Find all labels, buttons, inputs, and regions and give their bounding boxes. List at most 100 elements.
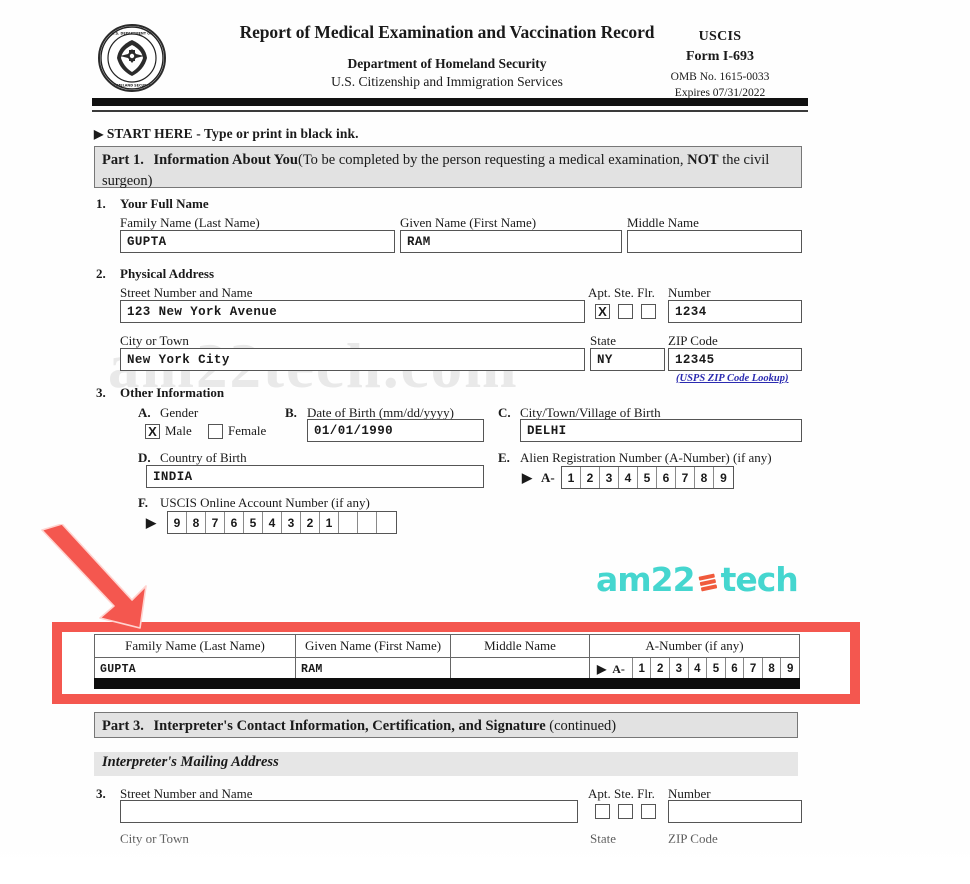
part3-apt-checkbox[interactable] — [595, 804, 610, 819]
flr-checkbox[interactable] — [641, 304, 656, 319]
alien-number-label: Alien Registration Number (A-Number) (if… — [520, 450, 772, 465]
given-name-input[interactable]: RAM — [400, 230, 622, 253]
city-value: New York City — [127, 352, 230, 367]
apt-checkbox[interactable]: X — [595, 304, 610, 319]
country-birth-input[interactable]: INDIA — [146, 465, 484, 488]
uscis-account-digit-12[interactable] — [377, 512, 396, 533]
item3a-letter: A. — [138, 405, 151, 420]
item1-number: 1. — [96, 196, 106, 211]
alien-number-digit-6[interactable]: 6 — [657, 467, 676, 488]
part3-title: Interpreter's Contact Information, Certi… — [153, 718, 546, 734]
city-label: City or Town — [120, 333, 189, 348]
item2-heading: Physical Address — [120, 266, 215, 281]
part1-note-bold: NOT — [687, 152, 719, 168]
part1-label: Part 1. — [102, 152, 144, 168]
part3-zip-label: ZIP Code — [668, 831, 718, 846]
interpreter-mailing-address-subheader: Interpreter's Mailing Address — [94, 752, 798, 776]
th-a-number: A-Number (if any) — [589, 634, 800, 658]
alien-number-digits[interactable]: 123456789 — [561, 466, 734, 489]
uscis-account-digit-5[interactable]: 5 — [244, 512, 263, 533]
family-name-input[interactable]: GUPTA — [120, 230, 395, 253]
logo-text-right: tech — [720, 560, 799, 599]
part3-continued: (continued) — [549, 718, 617, 734]
uscis-account-digit-6[interactable]: 4 — [263, 512, 282, 533]
birth-city-value: DELHI — [527, 423, 567, 438]
street-input[interactable]: 123 New York Avenue — [120, 300, 585, 323]
alien-number-digit-2[interactable]: 2 — [581, 467, 600, 488]
form-meta: USCIS Form I-693 OMB No. 1615-0033 Expir… — [640, 28, 800, 101]
usps-zip-lookup-link[interactable]: (USPS ZIP Code Lookup) — [676, 373, 789, 384]
svg-text:U.S. DEPARTMENT OF: U.S. DEPARTMENT OF — [112, 32, 154, 36]
hl-anumber-digit-6[interactable]: 6 — [724, 658, 744, 680]
part3-street-input[interactable] — [120, 800, 578, 823]
uscis-account-digit-7[interactable]: 3 — [282, 512, 301, 533]
part1-header: Part 1. Information About You(To be comp… — [94, 146, 802, 189]
svg-text:HOMELAND SECURITY: HOMELAND SECURITY — [111, 84, 153, 88]
uscis-account-digits[interactable]: 987654321 — [167, 511, 397, 534]
start-here-text: START HERE - Type or print in black ink. — [106, 126, 359, 141]
gender-male-label: Male — [165, 423, 192, 438]
city-input[interactable]: New York City — [120, 348, 585, 371]
form-header: U.S. DEPARTMENT OF HOMELAND SECURITY Rep… — [92, 22, 808, 99]
table-header-row: Family Name (Last Name) Given Name (Firs… — [94, 634, 800, 658]
agency-name: U.S. Citizenship and Immigration Service… — [331, 73, 563, 89]
uscis-account-digit-2[interactable]: 8 — [187, 512, 206, 533]
part1-title: Information About You — [153, 152, 299, 168]
annotation-arrow-icon — [28, 523, 158, 639]
uscis-account-digit-4[interactable]: 6 — [225, 512, 244, 533]
section-black-bar — [94, 678, 800, 689]
uscis-account-digit-11[interactable] — [358, 512, 377, 533]
hl-anumber-digit-9[interactable]: 9 — [780, 658, 799, 680]
hl-anumber-digit-5[interactable]: 5 — [706, 658, 725, 680]
item3e-letter: E. — [498, 450, 510, 465]
alien-number-digit-8[interactable]: 8 — [695, 467, 714, 488]
uscis-account-digit-9[interactable]: 1 — [320, 512, 339, 533]
stacked-cards-icon — [696, 563, 720, 592]
gender-female-checkbox[interactable] — [208, 424, 223, 439]
ste-checkbox[interactable] — [618, 304, 633, 319]
alien-number-digit-3[interactable]: 3 — [600, 467, 619, 488]
uscis-account-digit-8[interactable]: 2 — [301, 512, 320, 533]
start-here-line: ▶ START HERE - Type or print in black in… — [94, 126, 359, 142]
hl-anumber-digit-8[interactable]: 8 — [761, 658, 781, 680]
hl-anumber-digit-4[interactable]: 4 — [687, 658, 707, 680]
zip-input[interactable]: 12345 — [668, 348, 802, 371]
zip-label: ZIP Code — [668, 333, 718, 348]
birth-city-input[interactable]: DELHI — [520, 419, 802, 442]
part3-item3-number: 3. — [96, 786, 106, 801]
dob-input[interactable]: 01/01/1990 — [307, 419, 484, 442]
given-name-label: Given Name (First Name) — [400, 215, 537, 230]
alien-number-digit-9[interactable]: 9 — [714, 467, 733, 488]
hl-anumber-digit-1[interactable]: 1 — [631, 658, 651, 680]
unit-number-value: 1234 — [675, 304, 707, 319]
alien-number-digit-4[interactable]: 4 — [619, 467, 638, 488]
item2-number: 2. — [96, 266, 106, 281]
uscis-account-digit-1[interactable]: 9 — [168, 512, 187, 533]
alien-number-marker: ▶ — [522, 470, 532, 485]
part3-number-input[interactable] — [668, 800, 802, 823]
state-label: State — [590, 333, 616, 348]
unit-number-input[interactable]: 1234 — [668, 300, 802, 323]
hl-anumber-digit-2[interactable]: 2 — [650, 658, 669, 680]
alien-number-digit-5[interactable]: 5 — [638, 467, 657, 488]
alien-number-digit-7[interactable]: 7 — [676, 467, 695, 488]
state-input[interactable]: NY — [590, 348, 665, 371]
uscis-account-digit-10[interactable] — [339, 512, 358, 533]
header-rule-thin — [92, 110, 808, 112]
dob-value: 01/01/1990 — [314, 423, 394, 438]
middle-name-input[interactable] — [627, 230, 802, 253]
item3b-letter: B. — [285, 405, 297, 420]
part3-city-label: City or Town — [120, 831, 189, 846]
part3-label: Part 3. — [102, 718, 144, 734]
part3-ste-checkbox[interactable] — [618, 804, 633, 819]
hl-anumber-digit-3[interactable]: 3 — [669, 658, 688, 680]
part3-flr-checkbox[interactable] — [641, 804, 656, 819]
hl-anumber-digit-7[interactable]: 7 — [743, 658, 762, 680]
am22tech-logo: am22 tech — [596, 560, 799, 599]
hl-anumber-marker: ▶ — [597, 661, 607, 676]
uscis-account-digit-3[interactable]: 7 — [206, 512, 225, 533]
gender-male-checkbox[interactable]: X — [145, 424, 160, 439]
country-birth-label: Country of Birth — [160, 450, 247, 465]
part3-header: Part 3. Interpreter's Contact Informatio… — [94, 712, 798, 738]
alien-number-digit-1[interactable]: 1 — [562, 467, 581, 488]
